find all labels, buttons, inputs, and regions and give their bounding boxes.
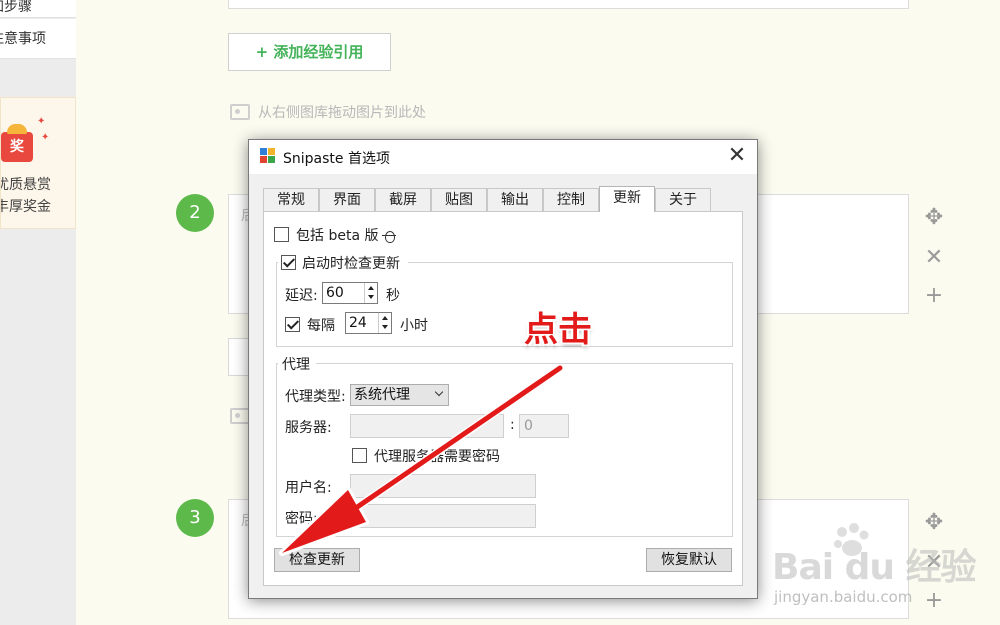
server-label: 服务器: — [285, 420, 332, 436]
sidebar-item-add-steps[interactable]: 加步骤 — [0, 0, 76, 18]
add-reference-button[interactable]: + 添加经验引用 — [228, 33, 391, 71]
tab-update[interactable]: 更新 — [599, 186, 655, 212]
include-beta-checkbox[interactable] — [274, 227, 289, 242]
annotation-text: 点击 — [524, 310, 592, 350]
tab-control[interactable]: 控制 — [543, 188, 599, 211]
restore-default-button[interactable]: 恢复默认 — [646, 548, 732, 572]
red-envelope-icon: 奖 — [1, 124, 33, 162]
chevron-down-icon — [434, 387, 444, 397]
step-number-badge: 3 — [176, 499, 214, 537]
baidu-jingyan-watermark: Bai du 经验 jingyan.baidu.com — [770, 520, 977, 620]
delete-icon[interactable]: ✕ — [922, 246, 946, 270]
spin-arrows[interactable] — [378, 313, 391, 333]
proxy-group-title: 代理 — [282, 357, 310, 373]
password-input[interactable] — [350, 504, 536, 528]
dialog-titlebar[interactable]: Snipaste 首选项 ✕ — [249, 140, 757, 174]
delay-unit: 秒 — [386, 288, 400, 304]
promo-line-2: 丰厚奖金 — [0, 199, 51, 215]
move-icon[interactable]: ✥ — [922, 206, 946, 230]
include-beta-label: 包括 beta 版 — [296, 228, 379, 244]
tab-capture[interactable]: 截屏 — [375, 188, 431, 211]
proxy-type-select[interactable]: 系统代理 — [350, 384, 449, 406]
left-sidebar: 加步骤 注意事项 奖 ✦ ✦ 优质悬赏 丰厚奖金 — [0, 0, 76, 625]
check-update-button[interactable]: 检查更新 — [274, 548, 360, 572]
sidebar-item-notes[interactable]: 注意事项 — [0, 19, 76, 59]
image-icon — [230, 104, 250, 120]
sparkle-icon: ✦ — [37, 116, 46, 127]
tab-about[interactable]: 关于 — [655, 188, 711, 211]
interval-unit: 小时 — [400, 318, 428, 334]
delay-label: 延迟: — [285, 288, 318, 304]
bug-icon — [382, 228, 396, 243]
tab-output[interactable]: 输出 — [487, 188, 543, 211]
interval-spinbox[interactable]: 24 — [345, 312, 392, 334]
promo-line-1: 优质悬赏 — [0, 177, 51, 193]
delay-spinbox[interactable]: 60 — [322, 282, 378, 304]
image-drop-hint: 从右侧图库拖动图片到此处 — [230, 102, 426, 122]
snipaste-app-icon — [260, 148, 276, 164]
check-on-start-label: 启动时检查更新 — [302, 256, 400, 272]
dialog-title: Snipaste 首选项 — [283, 151, 390, 167]
step-content-box-top[interactable] — [228, 0, 909, 9]
check-on-start-checkbox[interactable] — [281, 255, 296, 270]
tab-paste[interactable]: 贴图 — [431, 188, 487, 211]
reward-promo-card[interactable]: 奖 ✦ ✦ 优质悬赏 丰厚奖金 — [0, 97, 76, 229]
update-panel: 包括 beta 版 启动时检查更新 延迟: 60 秒 每隔 24 小时 代理 代… — [263, 211, 743, 586]
check-every-checkbox[interactable] — [285, 317, 300, 332]
proxy-type-label: 代理类型: — [285, 389, 346, 405]
proxy-auth-label: 代理服务器需要密码 — [374, 449, 500, 465]
port-input[interactable]: 0 — [519, 414, 569, 438]
check-every-label: 每隔 — [307, 318, 335, 334]
server-input[interactable] — [350, 414, 504, 438]
preferences-dialog: Snipaste 首选项 ✕ 常规 界面 截屏 贴图 输出 控制 更新 关于 包… — [248, 139, 758, 599]
password-label: 密码: — [285, 511, 318, 527]
tab-general[interactable]: 常规 — [263, 188, 319, 211]
port-separator: : — [510, 417, 515, 433]
sparkle-icon: ✦ — [41, 132, 50, 143]
close-icon[interactable]: ✕ — [725, 144, 749, 168]
tab-interface[interactable]: 界面 — [319, 188, 375, 211]
username-input[interactable] — [350, 474, 536, 498]
proxy-auth-checkbox[interactable] — [352, 448, 367, 463]
username-label: 用户名: — [285, 480, 332, 496]
paw-icon — [834, 523, 869, 556]
spin-arrows[interactable] — [364, 283, 377, 303]
image-icon — [230, 408, 250, 424]
check-on-start-group — [276, 262, 733, 347]
add-icon[interactable]: + — [922, 284, 946, 308]
step-number-badge: 2 — [176, 194, 214, 232]
